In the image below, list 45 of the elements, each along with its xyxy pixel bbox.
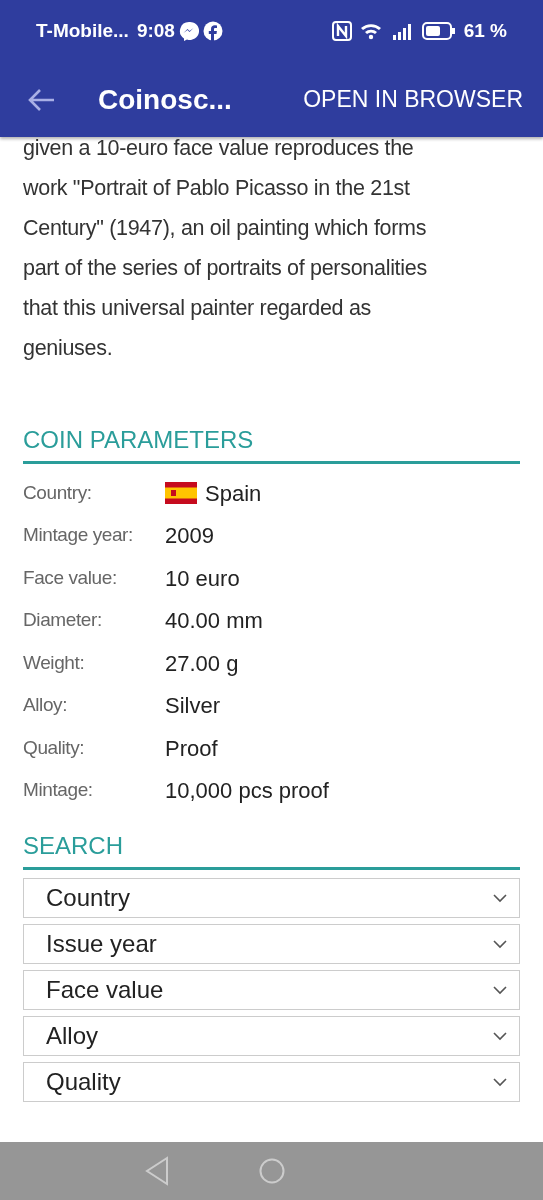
parameter-label: Weight:	[23, 650, 86, 675]
parameter-label: Mintage:	[23, 778, 94, 803]
section-heading: SEARCH	[23, 831, 520, 870]
back-button[interactable]	[28, 87, 56, 112]
parameter-label: Mintage year:	[23, 523, 134, 548]
open-in-browser-button[interactable]: OPEN IN BROWSER	[303, 82, 523, 117]
chevron-down-icon	[493, 1076, 507, 1087]
back-arrow-icon	[28, 87, 56, 112]
parameter-label: Face value:	[23, 565, 118, 590]
parameter-label: Diameter:	[23, 608, 103, 633]
select-dropdown[interactable]: Alloy	[23, 1015, 520, 1056]
battery-icon	[421, 21, 456, 41]
select-dropdown[interactable]: Quality	[23, 1061, 520, 1102]
flag-icon	[165, 482, 197, 505]
chevron-down-icon	[493, 892, 507, 903]
wifi-icon	[359, 21, 384, 41]
app-logo-icon	[202, 21, 223, 41]
parameter-value: 10 euro	[165, 564, 240, 593]
parameter-value: 10,000 pcs proof	[165, 777, 329, 806]
nav-home-icon[interactable]	[259, 1158, 285, 1184]
chevron-down-icon	[493, 1030, 507, 1041]
section-heading: COIN PARAMETERS	[23, 426, 520, 464]
parameter-value: 40.00 mm	[165, 607, 263, 636]
chevron-down-icon	[493, 938, 507, 949]
nav-back-icon[interactable]	[145, 1156, 169, 1186]
nfc-icon	[331, 21, 352, 41]
parameter-label: Alloy:	[23, 693, 69, 718]
parameter-value: Silver	[165, 692, 220, 721]
description-paragraph: given a 10-euro face value reproduces the work "Portrait of Pablo Picasso in the 21st Century" (1947), an oil painting which forms part of the series of portraits of personalities that this universal painter regarded as geniuses.	[23, 135, 428, 362]
battery-percentage: 61 %	[463, 18, 507, 43]
app-bar-title: Coinosc...	[98, 82, 232, 117]
status-time: 9:08	[136, 18, 175, 43]
select-dropdown[interactable]: Country	[23, 877, 520, 918]
carrier-text: T-Mobile...	[36, 18, 129, 43]
parameter-value: Spain	[205, 479, 262, 508]
parameter-value: Proof	[165, 734, 218, 763]
select-dropdown[interactable]: Face value	[23, 969, 520, 1010]
parameter-value: 2009	[165, 522, 214, 551]
signal-icon	[391, 21, 414, 41]
parameter-value: 27.00 g	[165, 649, 239, 678]
chevron-down-icon	[493, 984, 507, 995]
select-dropdown[interactable]: Issue year	[23, 923, 520, 964]
chat-icon	[178, 21, 199, 41]
parameter-label: Country:	[23, 480, 93, 505]
parameter-label: Quality:	[23, 735, 86, 760]
